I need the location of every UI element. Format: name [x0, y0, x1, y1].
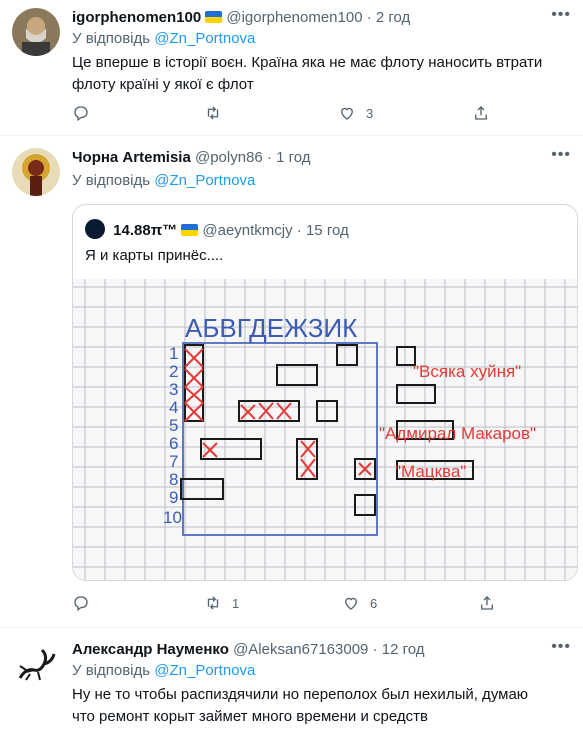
svg-text:10: 10 [163, 508, 182, 527]
share-button[interactable] [472, 104, 490, 122]
avatar[interactable] [12, 640, 60, 688]
tweet-header: igorphenomen100 @igorphenomen100 · 2 год [72, 9, 411, 26]
reply-button[interactable] [72, 594, 90, 612]
quoted-tweet[interactable]: 14.88π™ @aeyntkmcjy · 15 год Я и карты п… [72, 204, 578, 581]
like-button[interactable]: 6 [342, 594, 377, 612]
label-admiral-makarov: "Адмирал Макаров" [379, 424, 536, 443]
like-count: 6 [370, 595, 378, 611]
reply-to-link[interactable]: @Zn_Portnova [154, 30, 255, 47]
heart-icon [345, 597, 357, 610]
share-icon [475, 106, 487, 120]
like-button[interactable]: 3 [338, 104, 373, 122]
share-button[interactable] [478, 594, 496, 612]
retweet-icon [207, 106, 219, 120]
share-icon [481, 596, 493, 610]
reply-button[interactable] [72, 104, 90, 122]
timestamp[interactable]: 2 год [376, 9, 410, 26]
tweet-actions: 3 [72, 104, 512, 124]
tweet-3[interactable]: Александр Науменко @Aleksan67163009 · 12… [0, 628, 583, 730]
reply-to-link[interactable]: @Zn_Portnova [154, 172, 255, 189]
reply-icon [74, 106, 88, 122]
svg-text:1: 1 [169, 344, 178, 363]
username[interactable]: @igorphenomen100 [226, 9, 362, 26]
tweet-text: Це вперше в історії воєн. Країна яка не … [72, 54, 543, 93]
battleship-grid-drawing: АБВГДЕЖЗИК 1 2 3 4 5 6 7 8 9 10 "Всяка х… [73, 279, 577, 580]
quote-username[interactable]: @aeyntkmcjy [202, 222, 292, 239]
tweet-actions: 1 6 [72, 594, 512, 614]
display-name[interactable]: Александр Науменко [72, 641, 229, 658]
svg-text:5: 5 [169, 416, 178, 435]
quote-avatar[interactable] [85, 219, 105, 239]
svg-text:7: 7 [169, 452, 178, 471]
reply-icon [74, 596, 88, 612]
tweet-header: Чорна Artemisia @polyn86 · 1 год [72, 149, 311, 166]
reply-to-link[interactable]: @Zn_Portnova [154, 662, 255, 679]
retweet-button[interactable] [204, 104, 232, 122]
svg-text:3: 3 [169, 380, 178, 399]
svg-text:2: 2 [169, 362, 178, 381]
tweet-header: Александр Науменко @Aleksan67163009 · 12… [72, 641, 425, 658]
tweet-1[interactable]: igorphenomen100 @igorphenomen100 · 2 год… [0, 0, 583, 136]
quote-display-name[interactable]: 14.88π™ [113, 222, 177, 239]
reply-context: У відповідь @Zn_Portnova [72, 30, 256, 47]
ukraine-flag-icon [205, 11, 223, 23]
quote-text: Я и карты принёс.... [85, 247, 224, 264]
quote-header: 14.88π™ @aeyntkmcjy · 15 год [85, 219, 349, 239]
display-name[interactable]: igorphenomen100 [72, 9, 201, 26]
timestamp[interactable]: 12 год [382, 641, 425, 658]
reply-context: У відповідь @Zn_Portnova [72, 662, 256, 679]
more-options-icon[interactable]: ••• [551, 146, 571, 164]
retweet-button[interactable]: 1 [204, 594, 239, 612]
username[interactable]: @polyn86 [195, 149, 263, 166]
label-matskva: "Мацква" [395, 462, 466, 481]
svg-text:6: 6 [169, 434, 178, 453]
username[interactable]: @Aleksan67163009 [233, 641, 368, 658]
ukraine-flag-icon [181, 224, 199, 236]
reply-context: У відповідь @Zn_Portnova [72, 172, 256, 189]
svg-text:9: 9 [169, 488, 178, 507]
quote-timestamp[interactable]: 15 год [306, 222, 349, 239]
display-name[interactable]: Чорна Artemisia [72, 149, 191, 166]
svg-text:4: 4 [169, 398, 178, 417]
svg-text:8: 8 [169, 470, 178, 489]
retweet-count: 1 [232, 595, 240, 611]
like-count: 3 [366, 105, 374, 121]
tweet-2[interactable]: Чорна Artemisia @polyn86 · 1 год ••• У в… [0, 136, 583, 628]
more-options-icon[interactable]: ••• [551, 6, 571, 24]
quote-image-battleship-map[interactable]: АБВГДЕЖЗИК 1 2 3 4 5 6 7 8 9 10 "Всяка х… [73, 279, 577, 580]
timestamp[interactable]: 1 год [276, 149, 310, 166]
column-letters: АБВГДЕЖЗИК [185, 313, 357, 343]
label-vsyaka: "Всяка хуйня" [413, 362, 521, 381]
avatar[interactable] [12, 8, 60, 56]
tweet-text: Ну не то чтобы распиздячили но переполох… [72, 686, 529, 725]
retweet-icon [207, 596, 219, 610]
avatar[interactable] [12, 148, 60, 196]
more-options-icon[interactable]: ••• [551, 638, 571, 656]
heart-icon [341, 107, 353, 120]
